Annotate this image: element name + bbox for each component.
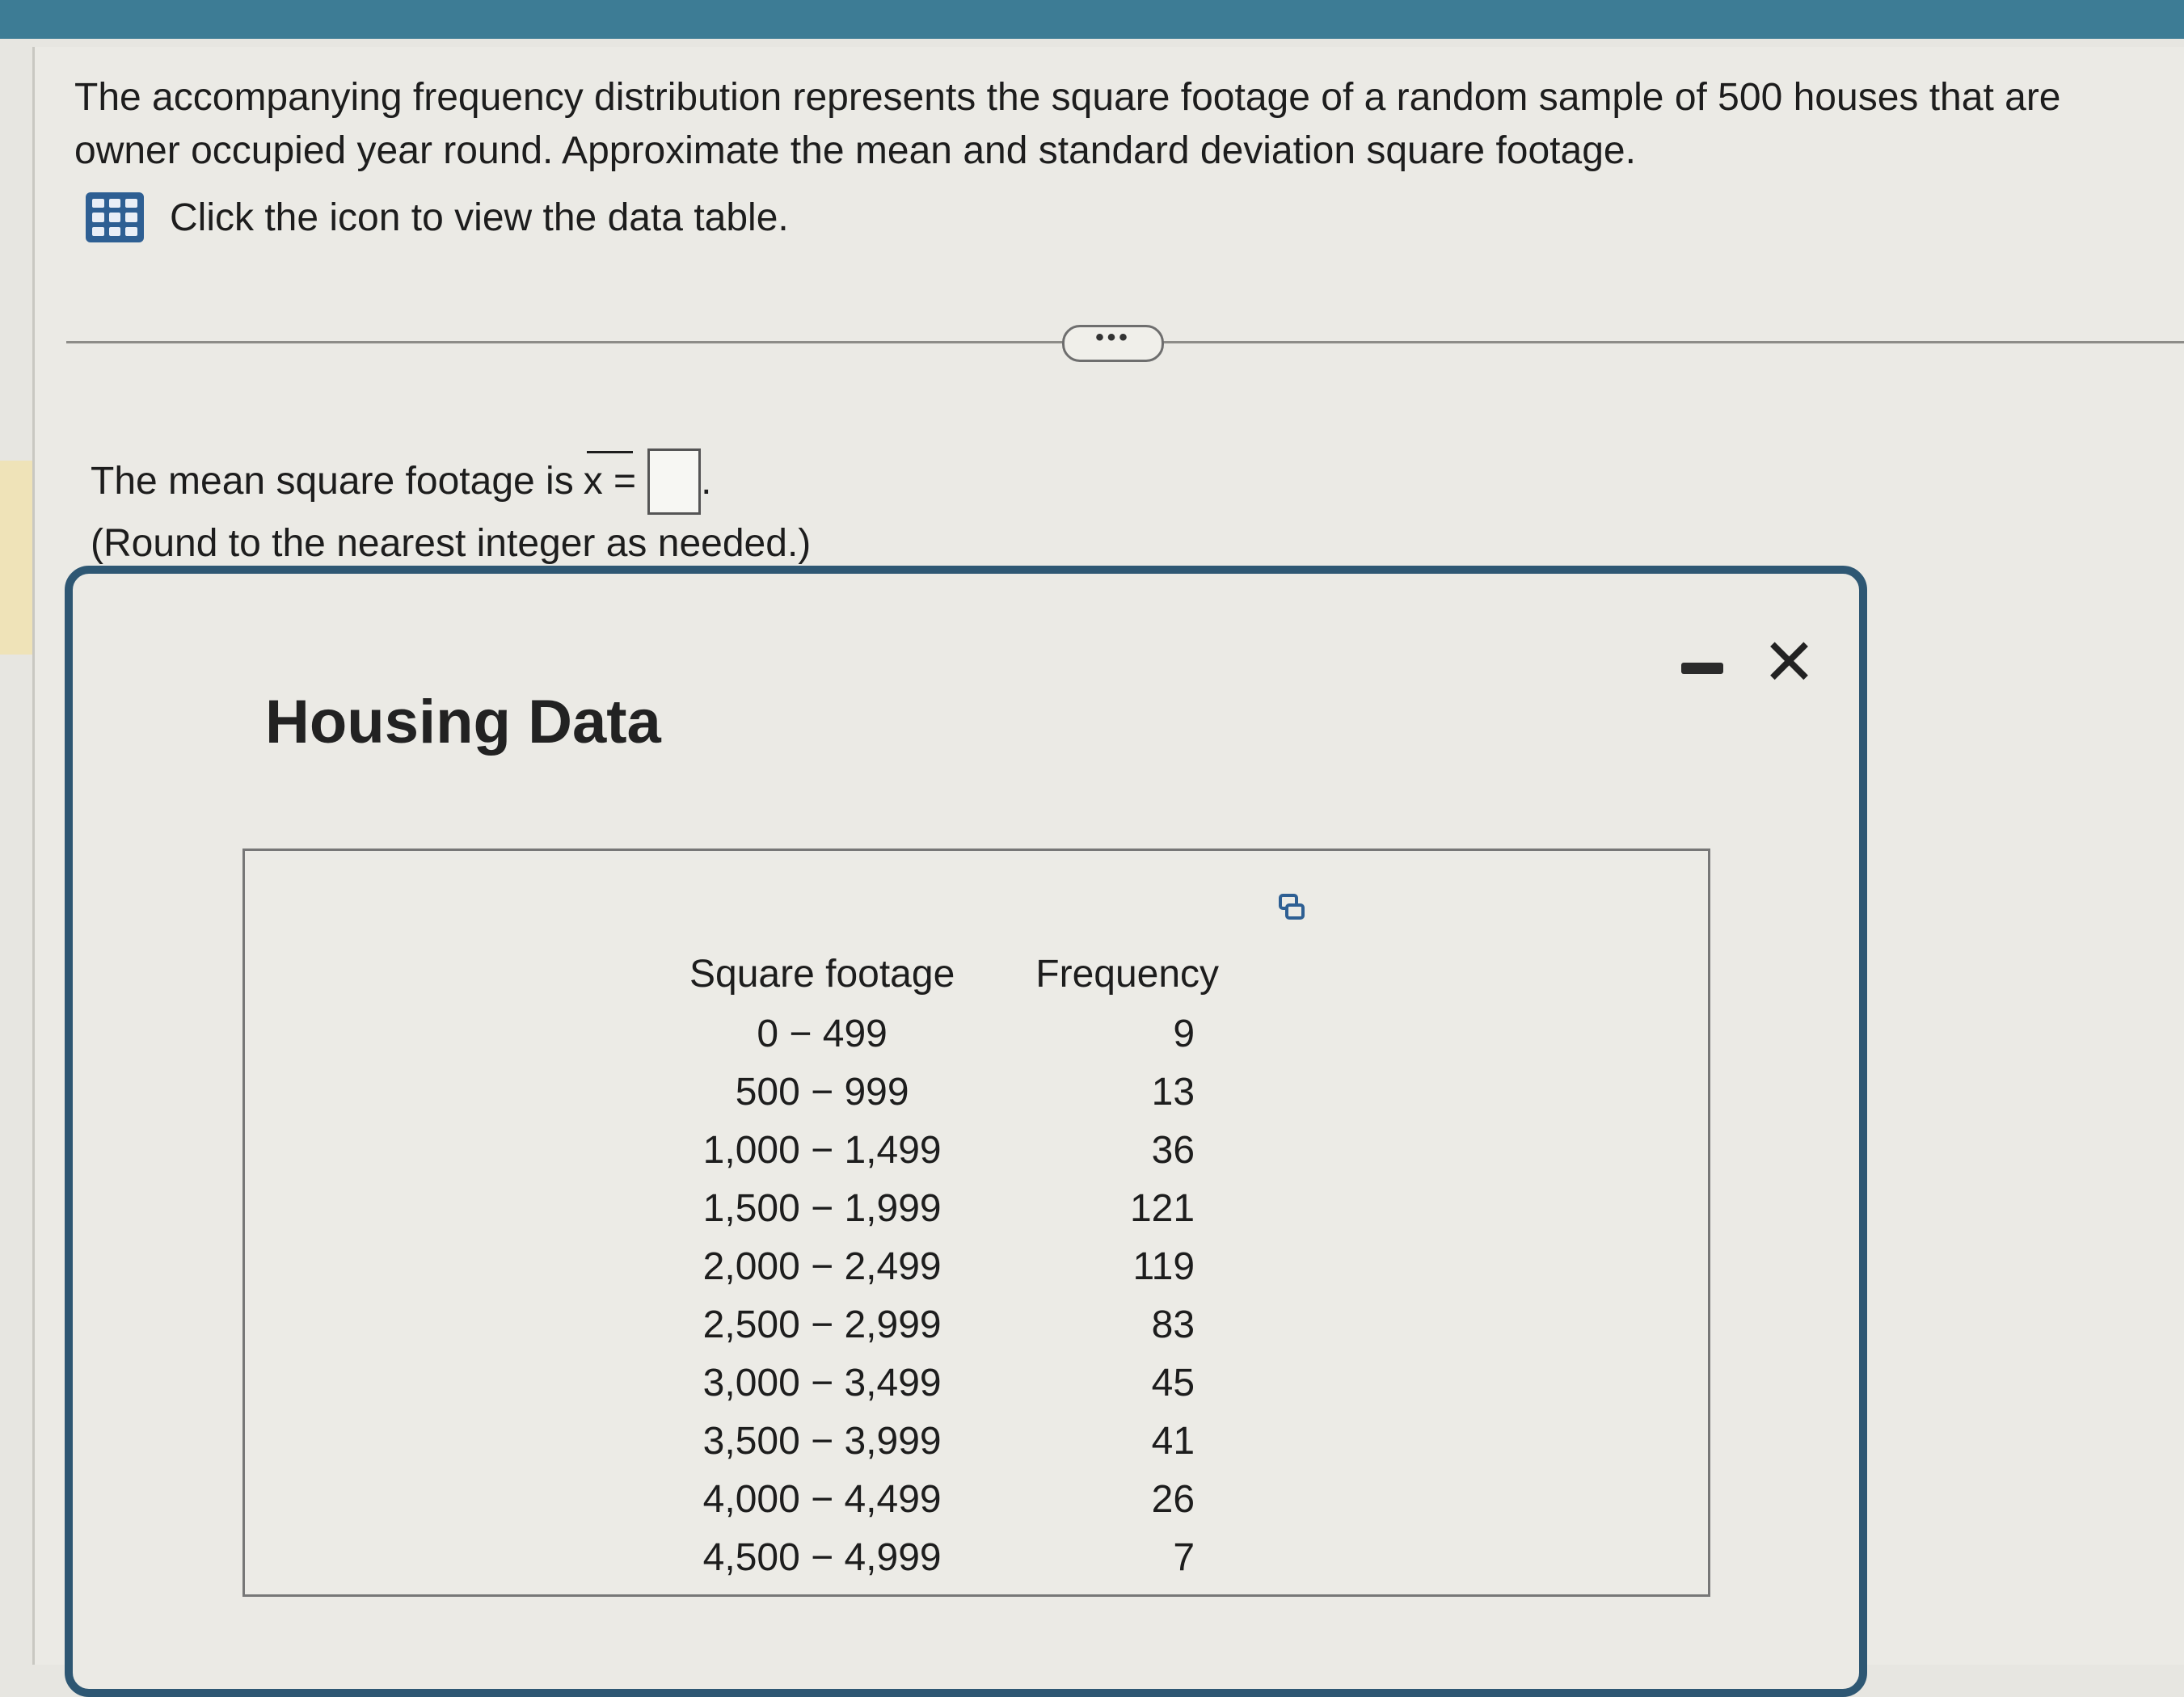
table-row: 1,500 − 1,999 121 <box>649 1179 1259 1237</box>
freq-cell: 121 <box>1129 1186 1195 1230</box>
table-row: 2,500 − 2,999 83 <box>649 1295 1259 1354</box>
data-table-container: Square footage Frequency 0 − 499 9 500 − … <box>242 848 1710 1597</box>
sqft-cell: 2,500 − 2,999 <box>702 1303 942 1346</box>
rounding-hint: (Round to the nearest integer as needed.… <box>91 522 812 565</box>
sqft-cell: 3,000 − 3,499 <box>702 1361 942 1404</box>
sqft-cell: 0 − 499 <box>757 1012 888 1055</box>
view-data-table-link[interactable]: Click the icon to view the data table. <box>86 192 789 242</box>
table-row: 1,000 − 1,499 36 <box>649 1121 1259 1179</box>
x-bar-symbol: x = <box>584 451 636 511</box>
answer-prompt: The mean square footage is <box>91 460 574 503</box>
table-row: 3,500 − 3,999 41 <box>649 1412 1259 1470</box>
mean-answer-input[interactable] <box>647 448 702 515</box>
sqft-cell: 4,500 − 4,999 <box>702 1535 942 1579</box>
top-header-bar <box>0 0 2184 39</box>
table-row: 3,000 − 3,499 45 <box>649 1354 1259 1412</box>
table-header-row: Square footage Frequency <box>649 948 1259 1004</box>
freq-cell: 9 <box>1173 1012 1195 1055</box>
modal-title: Housing Data <box>265 688 661 756</box>
housing-data-modal: Housing Data ✕ Square footage Frequency … <box>65 566 1867 1697</box>
freq-cell: 83 <box>1151 1303 1195 1346</box>
question-text: The accompanying frequency distribution … <box>74 76 2061 172</box>
table-row: 4,500 − 4,999 7 <box>649 1528 1259 1586</box>
header-frequency: Frequency <box>1035 952 1220 996</box>
answer-period: . <box>701 460 712 503</box>
table-grid-icon[interactable] <box>86 192 144 242</box>
sqft-cell: 4,000 − 4,499 <box>702 1477 942 1521</box>
header-square-footage: Square footage <box>689 952 955 996</box>
table-row: 0 − 499 9 <box>649 1004 1259 1063</box>
freq-cell: 119 <box>1132 1244 1195 1288</box>
sqft-cell: 2,000 − 2,499 <box>702 1244 942 1288</box>
table-row: 4,000 − 4,499 26 <box>649 1470 1259 1528</box>
minimize-icon[interactable] <box>1681 663 1723 674</box>
freq-cell: 36 <box>1151 1128 1195 1172</box>
more-options-button[interactable]: ••• <box>1062 325 1164 362</box>
sqft-cell: 1,500 − 1,999 <box>702 1186 942 1230</box>
close-icon[interactable]: ✕ <box>1762 622 1816 703</box>
freq-cell: 26 <box>1151 1477 1195 1521</box>
table-row: 500 − 999 13 <box>649 1063 1259 1121</box>
answer-section: The mean square footage is x = . (Round … <box>91 448 811 573</box>
freq-cell: 45 <box>1151 1361 1195 1404</box>
freq-cell: 13 <box>1151 1070 1195 1114</box>
sqft-cell: 1,000 − 1,499 <box>702 1128 942 1172</box>
table-row: 2,000 − 2,499 119 <box>649 1237 1259 1295</box>
freq-cell: 7 <box>1173 1535 1195 1579</box>
frequency-table: Square footage Frequency 0 − 499 9 500 − … <box>649 948 1259 1586</box>
copy-icon[interactable] <box>1278 893 1305 920</box>
view-data-table-label[interactable]: Click the icon to view the data table. <box>170 196 789 240</box>
freq-cell: 41 <box>1151 1419 1195 1463</box>
sqft-cell: 500 − 999 <box>735 1070 909 1114</box>
left-accent-strip <box>0 461 32 655</box>
sqft-cell: 3,500 − 3,999 <box>702 1419 942 1463</box>
